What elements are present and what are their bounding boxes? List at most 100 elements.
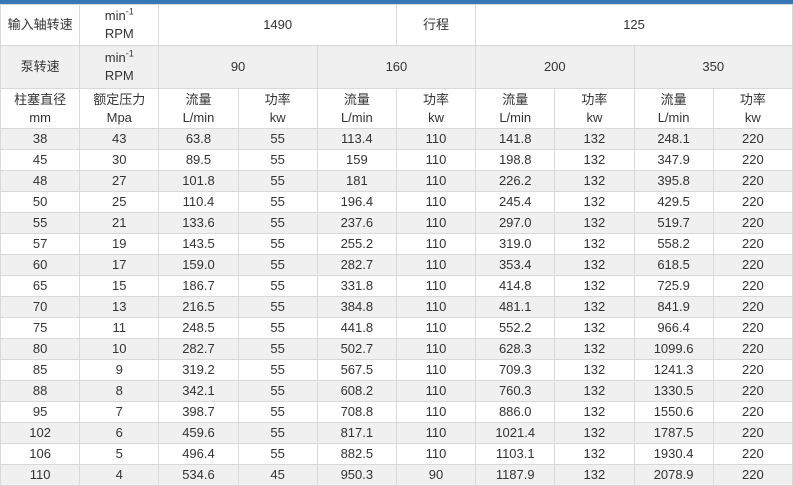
pump-speed-value-200: 200 [476, 46, 634, 89]
cell: 1241.3 [634, 360, 713, 381]
cell: 216.5 [159, 297, 238, 318]
pump-speed-value-90: 90 [159, 46, 317, 89]
unit-superscript: -1 [126, 49, 134, 59]
cell: 237.6 [317, 213, 396, 234]
table-body: 384363.855113.4110141.8132248.1220453089… [1, 129, 793, 486]
cell: 57 [1, 234, 80, 255]
cell: 398.7 [159, 402, 238, 423]
table-row: 6515186.755331.8110414.8132725.9220 [1, 276, 793, 297]
table-row: 8010282.755502.7110628.31321099.6220 [1, 339, 793, 360]
cell: 19 [80, 234, 159, 255]
cell: 220 [713, 444, 792, 465]
cell: 132 [555, 150, 634, 171]
cell: 220 [713, 402, 792, 423]
power-unit: kw [586, 110, 602, 125]
cell: 55 [238, 192, 317, 213]
power-unit: kw [745, 110, 761, 125]
cell: 1787.5 [634, 423, 713, 444]
cell: 502.7 [317, 339, 396, 360]
table-row: 7013216.555384.8110481.1132841.9220 [1, 297, 793, 318]
cell: 255.2 [317, 234, 396, 255]
cell: 882.5 [317, 444, 396, 465]
cell: 63.8 [159, 129, 238, 150]
cell: 196.4 [317, 192, 396, 213]
flow-header-160: 流量L/min [317, 89, 396, 129]
cell: 220 [713, 318, 792, 339]
cell: 38 [1, 129, 80, 150]
cell: 220 [713, 297, 792, 318]
cell: 132 [555, 402, 634, 423]
cell: 628.3 [476, 339, 555, 360]
cell: 481.1 [476, 297, 555, 318]
cell: 282.7 [159, 339, 238, 360]
flow-unit: L/min [341, 110, 373, 125]
cell: 220 [713, 150, 792, 171]
cell: 132 [555, 192, 634, 213]
cell: 9 [80, 360, 159, 381]
cell: 143.5 [159, 234, 238, 255]
plunger-diameter-unit: mm [29, 110, 51, 125]
cell: 65 [1, 276, 80, 297]
unit-rpm: RPM [105, 26, 134, 41]
flow-unit: L/min [658, 110, 690, 125]
power-unit: kw [428, 110, 444, 125]
cell: 55 [238, 150, 317, 171]
cell: 45 [238, 465, 317, 486]
cell: 132 [555, 255, 634, 276]
cell: 110 [396, 129, 475, 150]
cell: 181 [317, 171, 396, 192]
cell: 110.4 [159, 192, 238, 213]
cell: 319.2 [159, 360, 238, 381]
cell: 55 [238, 339, 317, 360]
cell: 70 [1, 297, 80, 318]
table-row: 5719143.555255.2110319.0132558.2220 [1, 234, 793, 255]
cell: 5 [80, 444, 159, 465]
cell: 106 [1, 444, 80, 465]
cell: 282.7 [317, 255, 396, 276]
cell: 220 [713, 192, 792, 213]
cell: 248.5 [159, 318, 238, 339]
cell: 15 [80, 276, 159, 297]
cell: 159.0 [159, 255, 238, 276]
cell: 43 [80, 129, 159, 150]
cell: 353.4 [476, 255, 555, 276]
cell: 50 [1, 192, 80, 213]
pump-speed-value-350: 350 [634, 46, 793, 89]
cell: 342.1 [159, 381, 238, 402]
cell: 110 [396, 381, 475, 402]
cell: 220 [713, 339, 792, 360]
rated-pressure-title: 额定压力 [93, 92, 145, 107]
cell: 132 [555, 465, 634, 486]
pump-speed-unit: min-1RPM [80, 46, 159, 89]
cell: 841.9 [634, 297, 713, 318]
cell: 21 [80, 213, 159, 234]
cell: 496.4 [159, 444, 238, 465]
flow-unit: L/min [183, 110, 215, 125]
stroke-value: 125 [476, 5, 793, 46]
cell: 110 [396, 150, 475, 171]
cell: 113.4 [317, 129, 396, 150]
cell: 245.4 [476, 192, 555, 213]
power-header-350: 功率kw [713, 89, 792, 129]
power-title: 功率 [581, 92, 607, 107]
pump-speed-label: 泵转速 [1, 46, 80, 89]
cell: 88 [1, 381, 80, 402]
table-row: 5025110.455196.4110245.4132429.5220 [1, 192, 793, 213]
cell: 220 [713, 465, 792, 486]
cell: 132 [555, 171, 634, 192]
unit-rpm: RPM [105, 68, 134, 83]
header-row-pump-speed: 泵转速 min-1RPM 90 160 200 350 [1, 46, 793, 89]
cell: 1550.6 [634, 402, 713, 423]
cell: 55 [238, 360, 317, 381]
cell: 220 [713, 171, 792, 192]
cell: 132 [555, 276, 634, 297]
input-shaft-speed-value: 1490 [159, 5, 397, 46]
cell: 55 [238, 318, 317, 339]
cell: 75 [1, 318, 80, 339]
table-row: 384363.855113.4110141.8132248.1220 [1, 129, 793, 150]
cell: 414.8 [476, 276, 555, 297]
cell: 186.7 [159, 276, 238, 297]
cell: 384.8 [317, 297, 396, 318]
cell: 110 [396, 444, 475, 465]
cell: 55 [238, 444, 317, 465]
